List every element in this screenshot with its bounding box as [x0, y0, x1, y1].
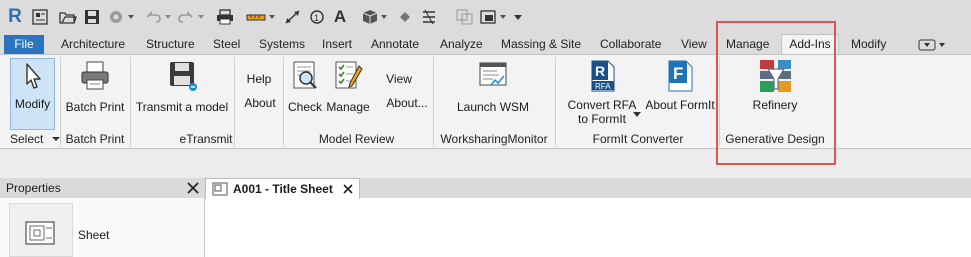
close-properties-icon[interactable]	[186, 181, 200, 195]
cursor-arrow-icon	[17, 61, 49, 93]
measure-icon[interactable]	[245, 8, 277, 26]
highlight-annotation-box	[716, 21, 836, 165]
sync-icon[interactable]	[107, 8, 135, 26]
transmit-model-label: Transmit a model	[135, 100, 229, 114]
panel-divider	[555, 57, 556, 147]
launch-wsm-button[interactable]: Launch WSM	[440, 60, 546, 114]
select-panel-label: Select	[10, 132, 44, 146]
panel-formit-converter-label: FormIt Converter	[592, 132, 684, 146]
convert-rfa-label: Convert RFA	[567, 98, 637, 112]
tab-analyze[interactable]: Analyze	[440, 35, 483, 54]
open-folder-icon[interactable]	[58, 8, 78, 26]
svg-text:RFA: RFA	[595, 82, 611, 91]
tab-massing-site[interactable]: Massing & Site	[501, 35, 581, 54]
panel-etransmit-label: eTransmit	[179, 132, 233, 146]
panel-divider	[234, 57, 235, 147]
svg-text:1: 1	[314, 13, 319, 23]
tab-view[interactable]: View	[681, 35, 707, 54]
rfa-file-icon: R RFA	[586, 60, 618, 92]
convert-rfa-label-2: to FormIt	[577, 112, 626, 126]
tab-insert[interactable]: Insert	[322, 35, 352, 54]
panel-model-review-label: Model Review	[318, 132, 395, 146]
close-tab-icon[interactable]	[342, 183, 354, 195]
help-button[interactable]: Help	[240, 72, 278, 86]
text-tool-icon[interactable]: A	[331, 7, 349, 26]
tab-modify[interactable]: Modify	[851, 35, 886, 54]
modify-button[interactable]: Modify	[10, 61, 55, 111]
panel-select-dropdown[interactable]: Select	[4, 132, 60, 148]
launch-wsm-label: Launch WSM	[456, 100, 530, 114]
tab-architecture[interactable]: Architecture	[61, 35, 125, 54]
manage-button[interactable]: Manage	[325, 60, 371, 114]
save-icon[interactable]	[83, 8, 101, 26]
formit-logo-icon: F	[664, 60, 696, 92]
transmit-model-button[interactable]: Transmit a model	[133, 60, 231, 114]
tab-file[interactable]: File	[4, 35, 44, 54]
revit-logo-icon[interactable]: R	[6, 6, 24, 28]
help-label: Help	[246, 72, 272, 86]
convert-rfa-dropdown-icon[interactable]	[633, 107, 641, 117]
properties-title: Properties	[6, 181, 61, 195]
document-tab-title: A001 - Title Sheet	[233, 182, 333, 196]
drawing-area[interactable]	[205, 198, 971, 257]
3d-view-icon[interactable]	[361, 8, 389, 26]
redo-icon[interactable]	[176, 8, 206, 26]
about-button[interactable]: About	[240, 96, 280, 110]
properties-body: Sheet	[0, 198, 205, 257]
panel-divider	[60, 57, 61, 147]
properties-header: Properties	[0, 178, 205, 198]
modify-label: Modify	[14, 97, 51, 111]
tab-collaborate[interactable]: Collaborate	[600, 35, 661, 54]
type-selector[interactable]	[9, 203, 73, 257]
view-button[interactable]: View	[384, 72, 414, 86]
minimize-ribbon-button[interactable]	[918, 38, 948, 52]
check-label: Check	[287, 100, 322, 114]
about-more-button[interactable]: About...	[384, 96, 430, 110]
batch-print-label: Batch Print	[65, 100, 125, 114]
about-more-label: About...	[386, 96, 428, 110]
transmit-disk-icon	[166, 60, 198, 92]
tag-icon[interactable]: 1	[307, 8, 327, 26]
switch-windows-icon[interactable]	[479, 8, 509, 26]
view-label: View	[386, 72, 412, 86]
aligned-dimension-icon[interactable]	[283, 8, 303, 26]
document-tab[interactable]: A001 - Title Sheet	[205, 178, 360, 199]
about-formit-button[interactable]: F About FormIt	[643, 60, 717, 112]
panel-worksharing-monitor-label: WorksharingMonitor	[440, 132, 548, 146]
about-formit-label: About FormIt	[645, 98, 715, 112]
about-label: About	[244, 96, 276, 110]
section-icon[interactable]	[396, 8, 414, 26]
convert-rfa-button[interactable]: R RFA Convert RFA to FormIt	[562, 60, 642, 126]
tab-steel[interactable]: Steel	[213, 35, 240, 54]
undo-icon[interactable]	[142, 8, 172, 26]
type-label: Sheet	[78, 228, 110, 242]
close-hidden-icon[interactable]	[455, 8, 475, 26]
tab-structure[interactable]: Structure	[146, 35, 195, 54]
tab-systems[interactable]: Systems	[259, 35, 305, 54]
batch-print-button[interactable]: Batch Print	[63, 60, 127, 114]
check-button[interactable]: Check	[286, 60, 324, 114]
manage-checklist-icon	[332, 60, 364, 92]
tab-annotate[interactable]: Annotate	[371, 35, 419, 54]
sheet-view-icon	[212, 182, 228, 199]
manage-label: Manage	[326, 100, 370, 114]
thin-lines-icon[interactable]	[420, 8, 438, 26]
worksharing-monitor-icon	[477, 60, 509, 92]
customize-toolbar-icon[interactable]	[512, 8, 524, 26]
home-icon[interactable]	[31, 8, 49, 26]
check-magnifier-icon	[289, 60, 321, 92]
batch-print-icon	[79, 60, 111, 92]
svg-text:F: F	[673, 64, 683, 83]
sheet-type-icon	[24, 218, 58, 251]
print-icon[interactable]	[215, 8, 235, 26]
panel-batch-print-label: Batch Print	[65, 132, 125, 146]
svg-text:R: R	[595, 63, 605, 79]
